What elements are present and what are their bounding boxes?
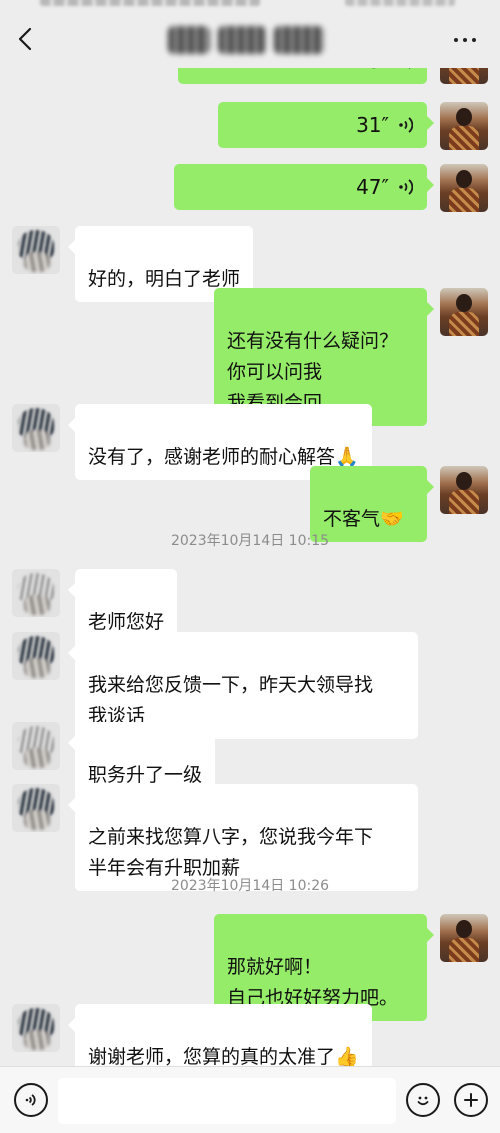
message-bubble[interactable]: 谢谢老师，您算的真的太准了👍 [68, 1004, 372, 1066]
timestamp: 2023年10月14日 10:15 [170, 533, 330, 549]
message-text: 还有没有什么疑问？ 你可以问我 我看到会回。 [227, 330, 399, 414]
contact-name-blurred [168, 26, 328, 54]
status-bar-left-blurred [40, 0, 260, 6]
chat-header [0, 12, 500, 68]
message-incoming: 之前来找您算八字，您说我今年下 半年会有升职加薪 [0, 784, 500, 891]
message-text: 老师您好 [88, 611, 165, 633]
message-incoming: 职务升了一级 [0, 722, 500, 798]
emoji-button[interactable] [406, 1083, 440, 1117]
voice-duration: 31″ [356, 112, 389, 137]
message-incoming: 谢谢老师，您算的真的太准了👍 [0, 1004, 500, 1066]
message-text: 那就好啊！ 自己也好好努力吧。 [227, 956, 399, 1009]
message-outgoing-voice: 31″ [0, 102, 500, 150]
message-text: 没有了，感谢老师的耐心解答 [88, 446, 336, 468]
student-avatar[interactable] [12, 632, 60, 680]
student-avatar[interactable] [12, 569, 60, 617]
teacher-avatar[interactable] [440, 102, 488, 150]
message-incoming: 好的，明白了老师 [0, 226, 500, 302]
more-button[interactable] [448, 26, 482, 54]
handshake-emoji: 🤝 [380, 508, 404, 530]
more-dots-icon [454, 38, 458, 42]
message-outgoing-voice: 47″ [0, 164, 500, 212]
student-avatar[interactable] [12, 784, 60, 832]
message-text: 职务升了一级 [88, 764, 203, 786]
message-outgoing: 不客气🤝 [0, 466, 500, 542]
plus-button[interactable] [454, 1083, 488, 1117]
input-bar [0, 1066, 500, 1133]
back-button[interactable] [10, 24, 40, 54]
message-input[interactable] [58, 1078, 396, 1124]
student-avatar[interactable] [12, 226, 60, 274]
message-incoming: 我来给您反馈一下，昨天大领导找 我谈话 [0, 632, 500, 739]
teacher-avatar[interactable] [440, 914, 488, 962]
message-text: 好的，明白了老师 [88, 268, 241, 290]
student-avatar[interactable] [12, 722, 60, 770]
timestamp: 2023年10月14日 10:26 [170, 878, 330, 894]
plus-icon [464, 1093, 478, 1107]
student-avatar[interactable] [12, 1004, 60, 1052]
status-bar [0, 0, 500, 12]
voice-bubble[interactable]: 31″ [218, 102, 434, 148]
voice-input-icon [25, 1094, 36, 1106]
message-text: 之前来找您算八字，您说我今年下 半年会有升职加薪 [88, 826, 374, 879]
message-text: 谢谢老师，您算的真的太准了 [88, 1046, 336, 1066]
message-outgoing: 还有没有什么疑问？ 你可以问我 我看到会回。 [0, 288, 500, 426]
teacher-avatar[interactable] [440, 164, 488, 212]
message-list[interactable]: 45″ 31″ 47″ 好的，明白了老师 还有没有什么疑问？ 你可以问我 我看到… [0, 68, 500, 1066]
voice-duration: 45″ [356, 68, 389, 77]
chevron-left-icon [18, 27, 32, 51]
praying-hands-emoji: 🙏 [335, 446, 359, 468]
message-incoming: 老师您好 [0, 569, 500, 645]
teacher-avatar[interactable] [440, 466, 488, 514]
message-text: 我来给您反馈一下，昨天大领导找 我谈话 [88, 674, 374, 727]
voice-duration: 47″ [356, 174, 389, 199]
message-outgoing-voice: 45″ [0, 68, 500, 88]
voice-wave-icon [399, 117, 413, 133]
message-text: 不客气 [323, 508, 381, 530]
message-outgoing: 那就好啊！ 自己也好好努力吧。 [0, 914, 500, 1021]
voice-bubble[interactable]: 47″ [174, 164, 434, 210]
message-incoming: 没有了，感谢老师的耐心解答🙏 [0, 404, 500, 480]
thumbs-up-emoji: 👍 [335, 1046, 359, 1066]
voice-wave-icon [409, 68, 411, 69]
student-avatar[interactable] [12, 404, 60, 452]
voice-wave-icon [399, 179, 413, 195]
teacher-avatar[interactable] [440, 68, 488, 84]
emoji-icon [417, 1096, 429, 1106]
voice-bubble[interactable]: 45″ [178, 68, 427, 84]
status-bar-right-blurred [345, 0, 455, 6]
voice-input-button[interactable] [14, 1083, 48, 1117]
teacher-avatar[interactable] [440, 288, 488, 336]
